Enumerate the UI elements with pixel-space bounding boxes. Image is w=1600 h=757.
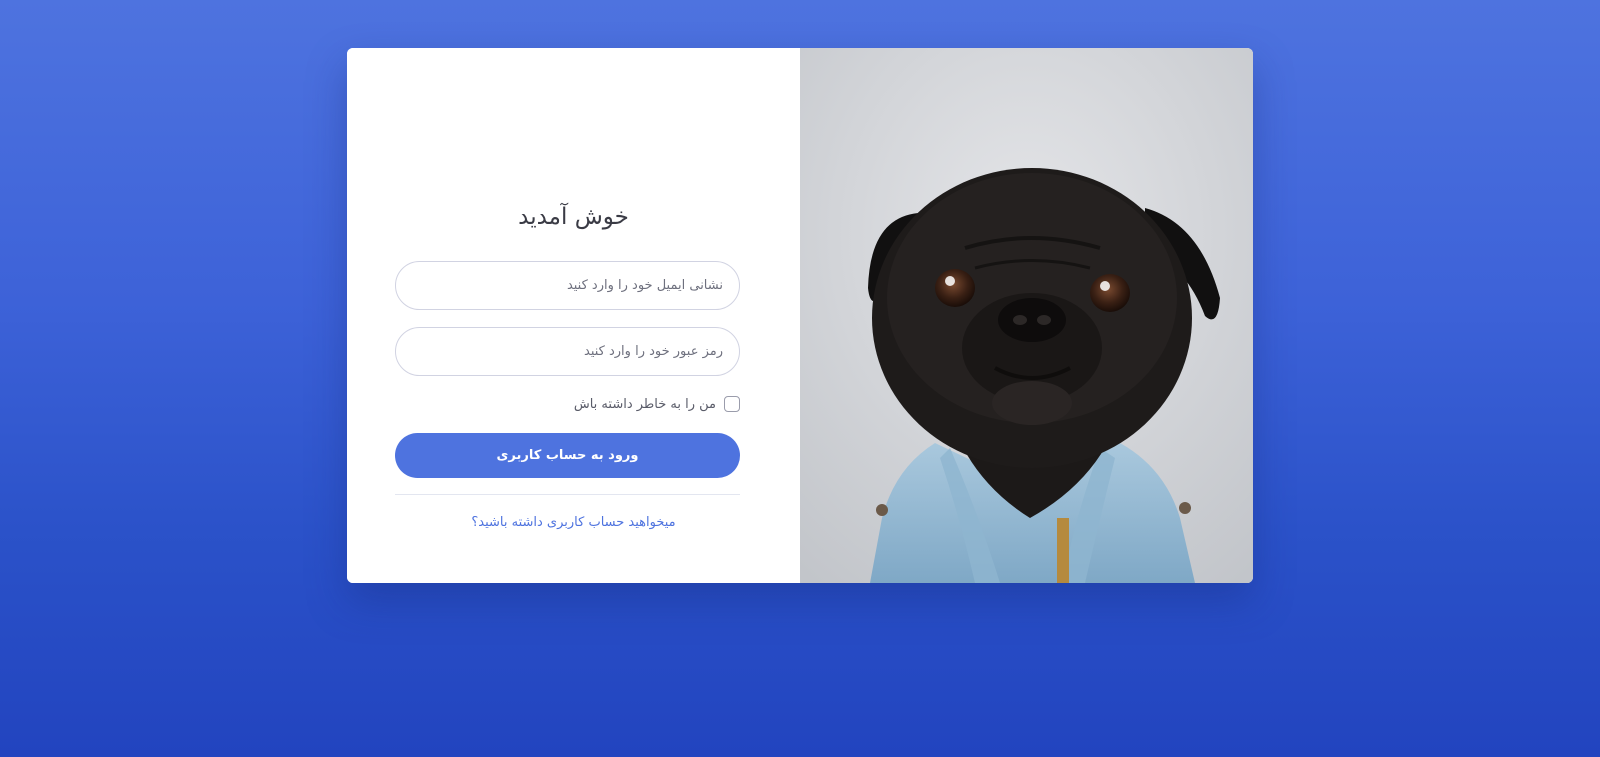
divider bbox=[395, 494, 740, 495]
register-link[interactable]: میخواهید حساب کاربری داشته باشید؟ bbox=[347, 515, 800, 530]
remember-me-row[interactable]: من را به خاطر داشته باش bbox=[574, 396, 740, 412]
image-panel bbox=[800, 48, 1253, 583]
login-card: خوش آمدید من را به خاطر داشته باش ورود ب… bbox=[347, 48, 1253, 583]
page-title: خوش آمدید bbox=[518, 204, 629, 230]
remember-me-label[interactable]: من را به خاطر داشته باش bbox=[574, 397, 716, 412]
pug-dog-image bbox=[800, 48, 1253, 583]
password-input[interactable] bbox=[395, 327, 740, 376]
login-form-panel: خوش آمدید من را به خاطر داشته باش ورود ب… bbox=[347, 48, 800, 583]
login-button[interactable]: ورود به حساب کاربری bbox=[395, 433, 740, 478]
email-input[interactable] bbox=[395, 261, 740, 310]
remember-me-checkbox[interactable] bbox=[724, 396, 740, 412]
